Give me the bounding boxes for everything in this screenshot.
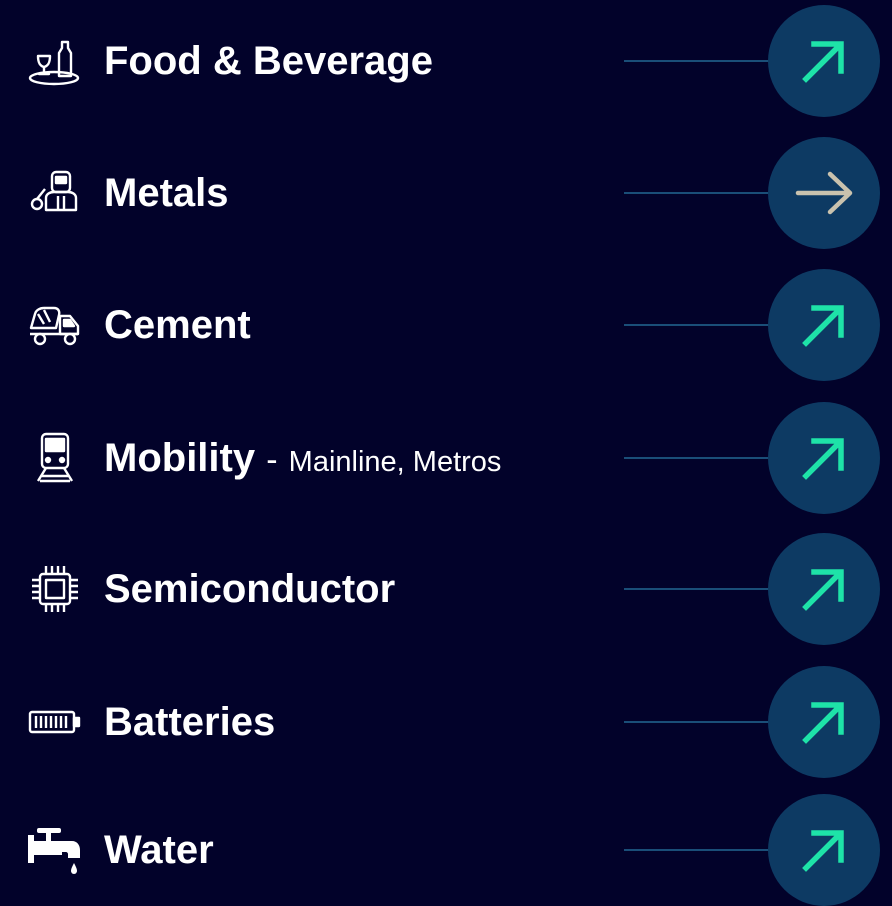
chip-icon [26,562,84,616]
item-label: Metals [104,171,229,215]
arrow-up-right-icon [802,830,844,872]
list-item-food-beverage: Food & Beverage [0,5,892,117]
connector-line [624,588,770,590]
connector-line [624,849,770,851]
item-sublabel: Mainline, Metros [288,446,502,478]
item-label: Batteries [104,700,276,744]
arrow-up-right-icon [802,702,844,744]
open-water-button[interactable] [768,794,880,906]
food-beverage-icon [26,34,84,88]
welder-icon [26,166,84,220]
open-food-beverage-button[interactable] [768,5,880,117]
battery-icon [26,695,84,749]
connector-line [624,192,770,194]
connector-line [624,60,770,62]
arrow-up-right-icon [802,305,844,347]
list-item-metals: Metals [0,137,892,249]
list-item-cement: Cement [0,269,892,381]
connector-line [624,721,770,723]
open-batteries-button[interactable] [768,666,880,778]
list-item-mobility: Mobility - Mainline, Metros [0,402,892,514]
train-icon [26,431,84,485]
item-label: Food & Beverage [104,39,433,83]
arrow-up-right-icon [802,438,844,480]
water-tap-icon [26,823,84,877]
cement-mixer-truck-icon [26,298,84,352]
item-label: Mobility - Mainline, Metros [104,436,502,480]
list-item-semiconductor: Semiconductor [0,533,892,645]
open-cement-button[interactable] [768,269,880,381]
item-label: Cement [104,303,251,347]
open-semiconductor-button[interactable] [768,533,880,645]
list-item-batteries: Batteries [0,666,892,778]
connector-line [624,324,770,326]
item-label: Semiconductor [104,567,396,611]
arrow-up-right-icon [802,41,844,83]
arrow-right-icon [795,171,853,215]
arrow-up-right-icon [802,569,844,611]
open-metals-button[interactable] [768,137,880,249]
item-label: Water [104,828,214,872]
open-mobility-button[interactable] [768,402,880,514]
list-item-water: Water [0,794,892,906]
connector-line [624,457,770,459]
